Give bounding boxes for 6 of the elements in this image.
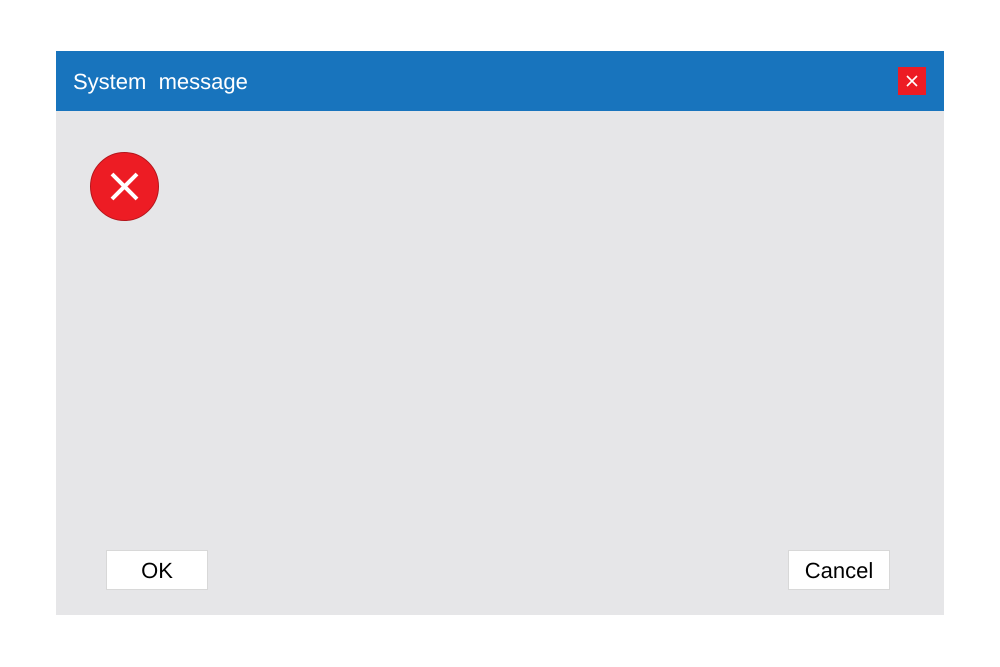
error-icon bbox=[90, 152, 159, 221]
window-title: System message bbox=[73, 68, 248, 96]
ok-button[interactable]: OK bbox=[106, 550, 208, 590]
close-button[interactable] bbox=[898, 67, 926, 95]
cancel-button[interactable]: Cancel bbox=[788, 550, 890, 590]
close-icon bbox=[906, 75, 918, 87]
